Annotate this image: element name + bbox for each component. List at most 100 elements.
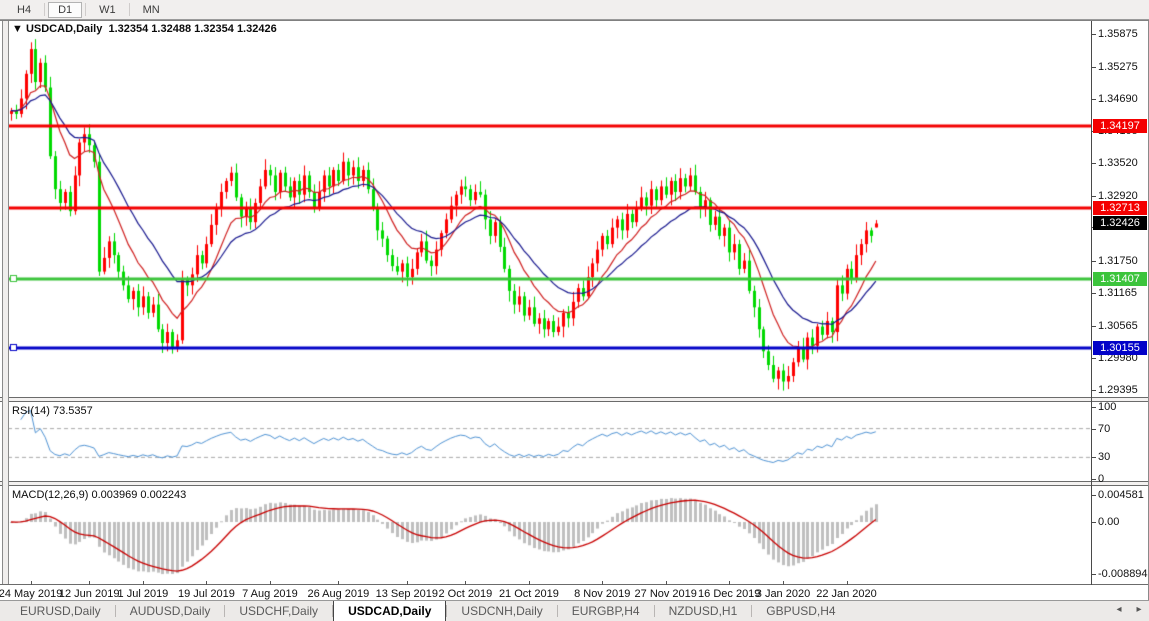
- price-line-label: 1.34197: [1093, 119, 1147, 133]
- timeframe-button-d1[interactable]: D1: [48, 2, 82, 18]
- rsi-label: RSI(14) 73.5357: [12, 405, 93, 417]
- chart-symbol: USDCAD,Daily: [26, 23, 102, 35]
- panel-splitter-rsi[interactable]: [0, 397, 1149, 402]
- date-axis-label: 24 May 2019: [0, 588, 62, 600]
- rsi-axis-tick: [1091, 407, 1096, 408]
- price-axis-label: 1.33520: [1098, 157, 1138, 169]
- price-axis-label: 1.31750: [1098, 255, 1138, 267]
- chart-tab-usdcnh[interactable]: USDCNH,Daily: [447, 601, 556, 621]
- macd-axis-tick: [1091, 495, 1096, 496]
- toolbar-separator: [129, 3, 130, 16]
- macd-axis-tick: [1091, 522, 1096, 523]
- price-axis-tick: [1091, 34, 1096, 35]
- chart-tab-usdcad[interactable]: USDCAD,Daily: [333, 601, 446, 621]
- rsi-axis-tick: [1091, 457, 1096, 458]
- panel-bottom-border: [0, 584, 1149, 587]
- tab-scroll-right-button[interactable]: ▸: [1133, 603, 1145, 617]
- date-axis-tick: [666, 581, 667, 585]
- price-axis-separator: [1091, 21, 1092, 585]
- date-axis-label: 26 Aug 2019: [307, 588, 369, 600]
- date-axis-tick: [89, 581, 90, 585]
- price-axis-tick: [1091, 67, 1096, 68]
- date-axis-label: 3 Jan 2020: [756, 588, 810, 600]
- price-axis-tick: [1091, 293, 1096, 294]
- price-line-label: 1.30155: [1093, 341, 1147, 355]
- timeframe-button-w1[interactable]: W1: [89, 2, 126, 18]
- price-axis-tick: [1091, 99, 1096, 100]
- date-axis-label: 8 Nov 2019: [574, 588, 630, 600]
- rsi-axis-label: 30: [1098, 451, 1110, 463]
- date-axis-tick: [206, 581, 207, 585]
- date-axis-tick: [465, 581, 466, 585]
- date-axis-tick: [602, 581, 603, 585]
- chart-tab-nzdusd[interactable]: NZDUSD,H1: [655, 601, 752, 621]
- window-left-border: [2, 21, 9, 584]
- macd-axis-label: 0.004581: [1098, 489, 1144, 501]
- price-axis-label: 1.35275: [1098, 61, 1138, 73]
- date-axis-label: 2 Oct 2019: [438, 588, 492, 600]
- date-axis-tick: [31, 581, 32, 585]
- price-axis-tick: [1091, 196, 1096, 197]
- price-axis-label: 1.34690: [1098, 93, 1138, 105]
- rsi-axis-tick: [1091, 429, 1096, 430]
- date-axis-label: 7 Aug 2019: [242, 588, 298, 600]
- tab-scroll-left-button[interactable]: ◂: [1113, 603, 1125, 617]
- price-line-label: 1.32713: [1093, 201, 1147, 215]
- price-axis-label: 1.35875: [1098, 28, 1138, 40]
- toolbar-separator: [85, 3, 86, 16]
- rsi-axis-tick: [1091, 479, 1096, 480]
- price-axis-label: 1.30565: [1098, 320, 1138, 332]
- macd-axis-label: 0.00: [1098, 516, 1119, 528]
- price-axis-label: 1.31165: [1098, 287, 1137, 299]
- chart-title: ▼ USDCAD,Daily 1.32354 1.32488 1.32354 1…: [12, 23, 277, 35]
- date-axis-label: 16 Dec 2019: [698, 588, 760, 600]
- chart-dropdown-icon[interactable]: ▼: [12, 23, 23, 35]
- date-axis-tick: [270, 581, 271, 585]
- date-axis-label: 27 Nov 2019: [635, 588, 697, 600]
- date-axis-label: 13 Sep 2019: [376, 588, 438, 600]
- date-axis-tick: [143, 581, 144, 585]
- price-axis-tick: [1091, 358, 1096, 359]
- current-price-label: 1.32426: [1093, 216, 1147, 230]
- panel-splitter-macd[interactable]: [0, 481, 1149, 486]
- chart-tab-gbpusd[interactable]: GBPUSD,H4: [752, 601, 849, 621]
- date-axis-tick: [783, 581, 784, 585]
- chart-tab-eurgbp[interactable]: EURGBP,H4: [558, 601, 654, 621]
- tab-scroll-buttons: ◂ ▸: [1113, 603, 1145, 617]
- chart-tab-audusd[interactable]: AUDUSD,Daily: [116, 601, 225, 621]
- date-axis-tick: [338, 581, 339, 585]
- mt4-application: H4 D1 W1 MN ▼ USDCAD,Daily 1.32354 1.32488 …: [0, 0, 1149, 621]
- timeframe-toolbar: H4 D1 W1 MN: [0, 0, 1149, 20]
- main-price-chart[interactable]: [8, 26, 1091, 397]
- macd-label: MACD(12,26,9) 0.003969 0.002243: [12, 489, 186, 501]
- price-line-label: 1.31407: [1093, 272, 1147, 286]
- toolbar-separator: [44, 3, 45, 16]
- rsi-indicator-chart[interactable]: [8, 402, 1091, 481]
- price-axis-label: 1.29395: [1098, 384, 1138, 396]
- date-axis-label: 19 Jul 2019: [178, 588, 235, 600]
- date-axis-tick: [847, 581, 848, 585]
- chart-window: ▼ USDCAD,Daily 1.32354 1.32488 1.32354 1…: [0, 20, 1149, 600]
- price-axis-tick: [1091, 261, 1096, 262]
- date-axis-label: 22 Jan 2020: [816, 588, 877, 600]
- chart-tab-eurusd[interactable]: EURUSD,Daily: [6, 601, 115, 621]
- timeframe-button-h4[interactable]: H4: [7, 2, 41, 18]
- chart-ohlc-values: 1.32354 1.32488 1.32354 1.32426: [108, 23, 276, 35]
- date-axis-label: 12 Jun 2019: [59, 588, 120, 600]
- date-axis-label: 1 Jul 2019: [118, 588, 169, 600]
- chart-tab-bar: EURUSD,DailyAUDUSD,DailyUSDCHF,DailyUSDC…: [0, 600, 1149, 621]
- chart-tab-usdchf[interactable]: USDCHF,Daily: [225, 601, 332, 621]
- date-axis-label: 21 Oct 2019: [499, 588, 559, 600]
- macd-axis-tick: [1091, 574, 1096, 575]
- price-axis-tick: [1091, 326, 1096, 327]
- date-axis-tick: [407, 581, 408, 585]
- rsi-axis-label: 0: [1098, 473, 1104, 485]
- date-axis-tick: [729, 581, 730, 585]
- timeframe-button-mn[interactable]: MN: [133, 2, 170, 18]
- macd-axis-label: -0.008894: [1098, 568, 1148, 580]
- date-axis-tick: [529, 581, 530, 585]
- price-axis-tick: [1091, 390, 1096, 391]
- rsi-axis-label: 100: [1098, 401, 1116, 413]
- rsi-axis-label: 70: [1098, 423, 1110, 435]
- price-axis-tick: [1091, 163, 1096, 164]
